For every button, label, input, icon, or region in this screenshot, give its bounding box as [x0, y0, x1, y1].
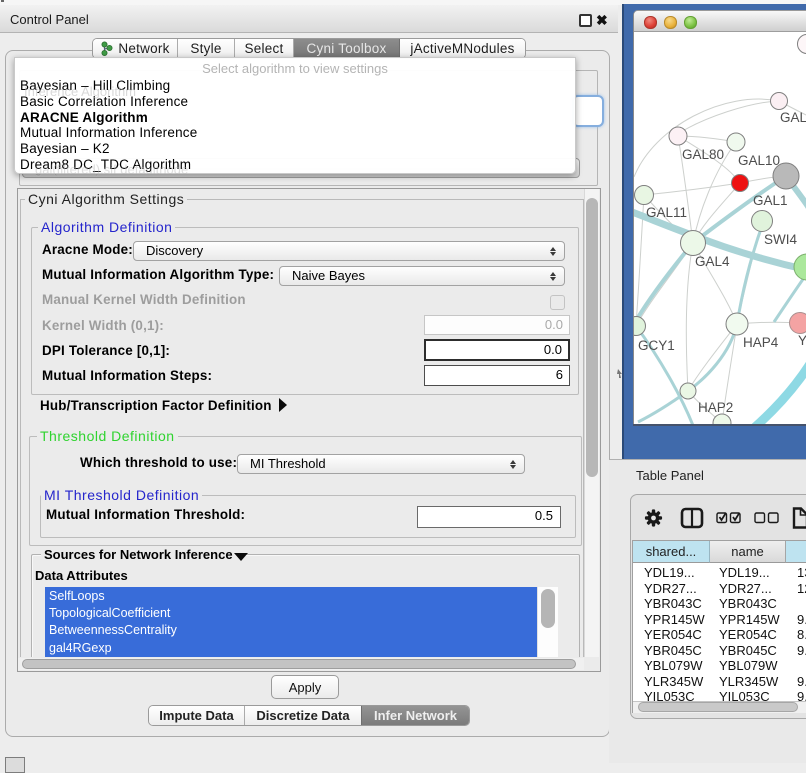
svg-text:GAL1: GAL1 — [753, 193, 788, 208]
svg-text:HAP2: HAP2 — [698, 400, 733, 415]
svg-text:HAP4: HAP4 — [743, 335, 779, 350]
svg-text:GAL11: GAL11 — [646, 205, 687, 220]
svg-text:SWI4: SWI4 — [764, 232, 797, 247]
svg-text:GAL4: GAL4 — [695, 254, 730, 269]
svg-text:GCY1: GCY1 — [638, 338, 675, 353]
svg-text:GAL80: GAL80 — [682, 147, 724, 162]
svg-text:Y: Y — [798, 333, 806, 348]
svg-text:GAL10: GAL10 — [738, 153, 780, 168]
svg-text:GAL: GAL — [780, 110, 806, 125]
